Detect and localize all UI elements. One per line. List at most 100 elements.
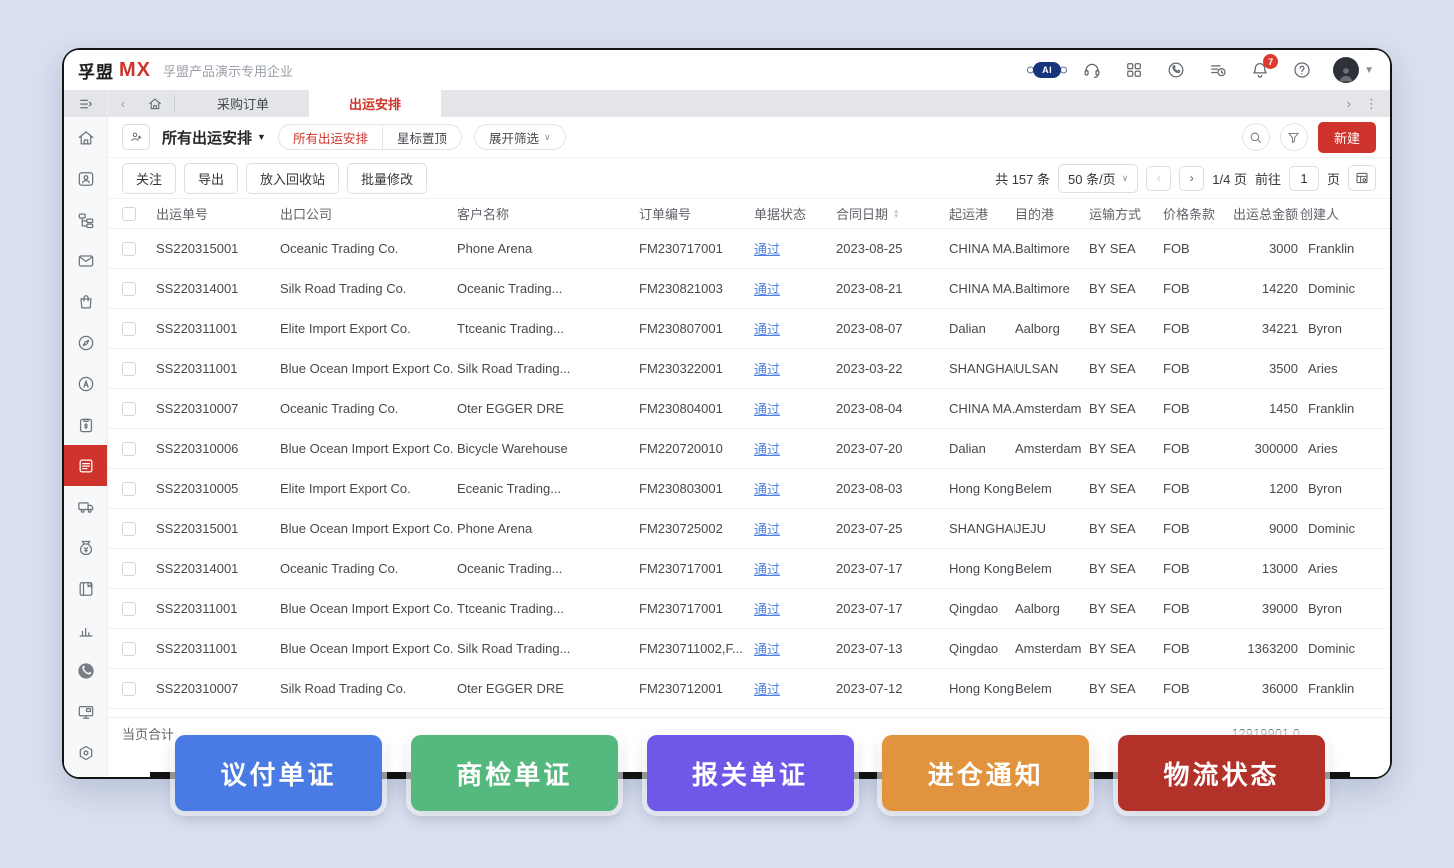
sidebar-item-order[interactable] [64,404,107,445]
status-link[interactable]: 通过 [754,602,780,617]
column-settings-icon[interactable] [1348,165,1376,191]
sidebar-item-bag[interactable] [64,281,107,322]
status-link[interactable]: 通过 [754,322,780,337]
toolbar-action-button[interactable]: 关注 [122,163,176,194]
tab-scroll-left[interactable]: ‹ [108,90,138,117]
toolbar-action-button[interactable]: 放入回收站 [246,163,339,194]
toolbar-action-button[interactable]: 导出 [184,163,238,194]
flow-button-4[interactable]: 进仓通知 [882,735,1089,811]
tab-more-icon[interactable]: ⋮ [1365,96,1378,112]
sidebar-item-workbench[interactable] [64,691,107,732]
flow-button-3[interactable]: 报关单证 [647,735,854,811]
status-link[interactable]: 通过 [754,482,780,497]
status-link[interactable]: 通过 [754,402,780,417]
table-row[interactable]: SS220311001Blue Ocean Import Export Co.T… [108,589,1390,629]
column-header[interactable]: 运输方式 [1089,204,1163,223]
row-checkbox[interactable] [122,442,136,456]
row-checkbox[interactable] [122,522,136,536]
home-icon[interactable] [138,90,172,117]
table-row[interactable]: SS220311001Elite Import Export Co.Ttcean… [108,309,1390,349]
view-selector[interactable]: 所有出运安排 ▼ [162,127,266,148]
tab-1[interactable]: 采购订单 [177,90,309,117]
create-button[interactable]: 新建 [1318,122,1376,153]
column-header[interactable]: 出运总金额 [1223,204,1300,223]
flow-button-5[interactable]: 物流状态 [1118,735,1325,811]
sidebar-item-shipdoc[interactable] [64,445,107,486]
prev-page-button[interactable]: ‹ [1146,166,1171,191]
table-row[interactable]: SS220311001Blue Ocean Import Export Co.S… [108,349,1390,389]
sidebar-item-report[interactable] [64,609,107,650]
whatsapp-icon[interactable] [1165,59,1187,81]
sidebar-item-org[interactable] [64,199,107,240]
select-all-checkbox[interactable] [122,207,136,221]
sidebar-item-settings[interactable] [64,732,107,773]
table-row[interactable]: SS220310007Oceanic Trading Co.Oter EGGER… [108,389,1390,429]
sidebar-item-truck[interactable] [64,486,107,527]
row-checkbox[interactable] [122,282,136,296]
sidebar-collapse-button[interactable] [64,90,107,117]
status-link[interactable]: 通过 [754,682,780,697]
headset-icon[interactable] [1081,59,1103,81]
row-checkbox[interactable] [122,402,136,416]
row-checkbox[interactable] [122,602,136,616]
sidebar-item-home[interactable] [64,117,107,158]
table-row[interactable]: SS220315001Blue Ocean Import Export Co.P… [108,509,1390,549]
sidebar-item-compass[interactable] [64,322,107,363]
assignee-filter-button[interactable] [122,124,150,150]
row-checkbox[interactable] [122,682,136,696]
filter-funnel-icon[interactable] [1280,123,1308,151]
search-icon[interactable] [1242,123,1270,151]
sidebar-item-contacts[interactable] [64,158,107,199]
table-row[interactable]: SS220310007Silk Road Trading Co.Oter EGG… [108,669,1390,709]
sidebar-item-marketing[interactable] [64,363,107,404]
row-checkbox[interactable] [122,362,136,376]
quick-filter-segment[interactable]: 星标置顶 [382,125,461,149]
flow-button-2[interactable]: 商检单证 [411,735,618,811]
table-row[interactable]: SS220310006Blue Ocean Import Export Co.B… [108,429,1390,469]
quick-filter-segment[interactable]: 所有出运安排 [279,125,382,149]
row-checkbox[interactable] [122,642,136,656]
row-checkbox[interactable] [122,562,136,576]
flow-button-1[interactable]: 议付单证 [175,735,382,811]
status-link[interactable]: 通过 [754,442,780,457]
table-row[interactable]: SS220314001Silk Road Trading Co.Oceanic … [108,269,1390,309]
sidebar-item-whatsapp-fill[interactable] [64,650,107,691]
table-row[interactable]: SS220315001Oceanic Trading Co.Phone Aren… [108,229,1390,269]
table-row[interactable]: SS220311001Blue Ocean Import Export Co.S… [108,629,1390,669]
status-link[interactable]: 通过 [754,242,780,257]
column-header[interactable]: 创建人 [1300,204,1376,223]
status-link[interactable]: 通过 [754,362,780,377]
sidebar-item-ledger[interactable] [64,568,107,609]
row-checkbox[interactable] [122,322,136,336]
sort-icon[interactable]: ▲▼ [893,209,899,219]
column-header[interactable]: 客户名称 [457,204,639,223]
tab-scroll-right[interactable]: › [1347,96,1351,111]
tab-2[interactable]: 出运安排 [309,90,441,117]
column-header[interactable]: 合同日期▲▼ [836,204,949,223]
row-checkbox[interactable] [122,242,136,256]
ai-assistant-button[interactable]: AI [1033,62,1061,78]
avatar[interactable] [1333,57,1359,83]
expand-filter-button[interactable]: 展开筛选 ∨ [474,124,566,150]
goto-page-input[interactable] [1289,166,1319,191]
column-header[interactable]: 起运港 [949,204,1015,223]
help-icon[interactable] [1291,59,1313,81]
next-page-button[interactable]: › [1179,166,1204,191]
column-header[interactable]: 出口公司 [280,204,457,223]
status-link[interactable]: 通过 [754,562,780,577]
toolbar-action-button[interactable]: 批量修改 [347,163,427,194]
column-header[interactable]: 价格条款 [1163,204,1223,223]
sidebar-item-finance[interactable] [64,527,107,568]
column-header[interactable]: 订单编号 [639,204,754,223]
column-header[interactable]: 目的港 [1015,204,1089,223]
bell-icon[interactable]: 7 [1249,59,1271,81]
user-menu[interactable]: ▼ [1333,57,1374,83]
sidebar-item-mail[interactable] [64,240,107,281]
status-link[interactable]: 通过 [754,522,780,537]
status-link[interactable]: 通过 [754,282,780,297]
tasks-icon[interactable] [1207,59,1229,81]
page-size-select[interactable]: 50 条/页 ∨ [1058,164,1138,193]
table-row[interactable]: SS220310005Elite Import Export Co.Eceani… [108,469,1390,509]
grid-icon[interactable] [1123,59,1145,81]
column-header[interactable]: 单据状态 [754,204,836,223]
